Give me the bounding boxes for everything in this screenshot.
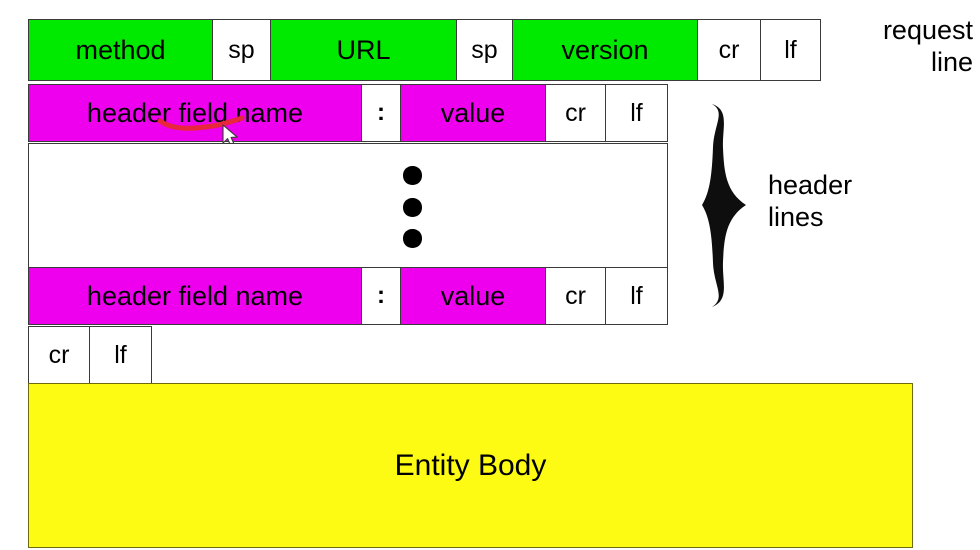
request-line-cell-version: version: [512, 19, 698, 81]
header-row-1-cell-field-name: header field name: [28, 84, 362, 142]
cell-label: URL: [336, 34, 391, 65]
ellipsis-dot: [403, 229, 422, 248]
request-line-side-label: request line: [882, 15, 973, 77]
request-line-cell-method: method: [28, 19, 213, 81]
cell-label: version: [561, 34, 649, 65]
header-row-2-cell-value: value: [400, 267, 546, 325]
header-lines-ellipsis-box: [28, 143, 668, 268]
cell-label: cr: [565, 281, 586, 310]
header-row-2-cell-lf: lf: [605, 267, 668, 325]
cell-label: sp: [471, 35, 498, 64]
cell-label: :: [377, 99, 385, 126]
entity-body-label: Entity Body: [394, 448, 547, 482]
cell-label: value: [440, 97, 506, 128]
cell-label: lf: [114, 340, 127, 369]
cell-label: cr: [565, 98, 586, 127]
header-row-2-cell-colon: :: [361, 267, 401, 325]
cell-label: sp: [228, 35, 255, 64]
cell-label: method: [75, 34, 166, 65]
header-row-1-cell-colon: :: [361, 84, 401, 142]
cell-label: cr: [48, 340, 70, 369]
blank-line-cell-cr: cr: [28, 326, 90, 384]
ellipsis-dot: [403, 197, 422, 217]
blank-line-cell-lf: lf: [89, 326, 152, 384]
cell-label: lf: [630, 281, 643, 310]
request-line-cell-url: URL: [270, 19, 457, 81]
request-line-cell-sp-2: sp: [456, 19, 513, 81]
cell-label: header field name: [86, 97, 304, 128]
cell-label: value: [440, 280, 506, 311]
request-line-cell-sp-1: sp: [212, 19, 271, 81]
header-row-2-cell-cr: cr: [545, 267, 606, 325]
ellipsis-dot: [403, 166, 422, 185]
header-row-2-cell-field-name: header field name: [28, 267, 362, 325]
request-line-cell-cr: cr: [697, 19, 761, 81]
http-request-message-diagram: method sp URL sp version cr lf request l…: [0, 0, 980, 550]
cell-label: :: [377, 282, 385, 309]
header-lines-side-label: header lines: [768, 170, 853, 232]
cell-label: header field name: [86, 280, 304, 311]
entity-body-box: Entity Body: [28, 383, 913, 548]
vertical-ellipsis-dots: [403, 166, 422, 248]
header-row-1-cell-value: value: [400, 84, 546, 142]
cell-label: cr: [718, 35, 740, 64]
header-row-1-cell-cr: cr: [545, 84, 606, 142]
header-row-1-cell-lf: lf: [605, 84, 668, 142]
header-lines-brace: [702, 104, 746, 307]
cell-label: lf: [630, 98, 643, 127]
